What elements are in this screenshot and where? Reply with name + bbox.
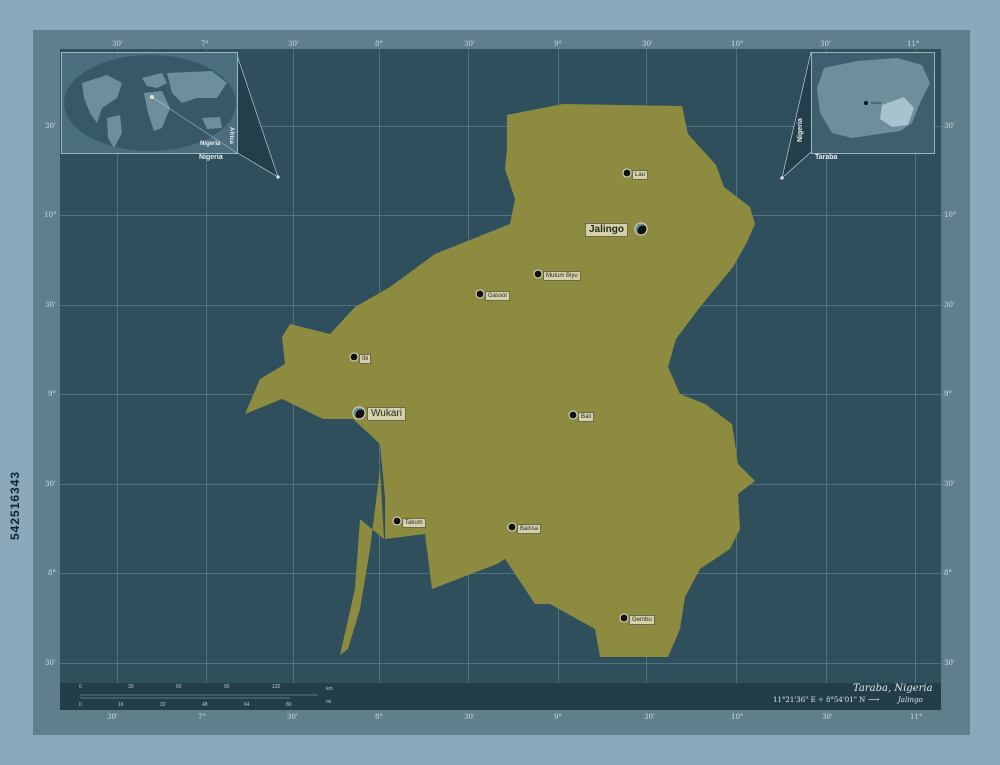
- watermark-id: 542516343: [8, 470, 22, 540]
- city-label-bali: Bali: [578, 412, 595, 422]
- city-label-jalingo: Jalingo: [585, 223, 629, 237]
- scale-mi-value: 16: [118, 702, 124, 708]
- tick-label: 30': [944, 122, 955, 130]
- city-label-mutum-biyu: Mutum Biyu: [543, 271, 581, 281]
- country-inset: Abuja: [811, 52, 935, 154]
- tick-label: 30': [644, 713, 655, 721]
- scale-km-value: 90: [224, 684, 230, 690]
- city-marker: [620, 614, 628, 622]
- scale-bar: [80, 694, 318, 699]
- tick-label: 30': [464, 40, 475, 48]
- tick-label: 10°: [44, 211, 57, 219]
- city-marker: [534, 270, 542, 278]
- city-marker: [350, 353, 358, 361]
- tick-label: 9°: [944, 390, 952, 398]
- city-marker: [623, 169, 631, 177]
- scale-km-value: 30: [128, 684, 134, 690]
- tick-label: 8°: [944, 569, 952, 577]
- tick-label: 30': [464, 713, 475, 721]
- scale-km-unit: km: [326, 686, 333, 692]
- tick-label: 30': [820, 40, 831, 48]
- scale-km-value: 60: [176, 684, 182, 690]
- country-inset-region-label: Taraba: [815, 154, 838, 161]
- world-inset-country-label: Nigeria: [199, 154, 223, 161]
- africa-label: Africa: [228, 127, 234, 145]
- nigeria-vertical-label: Nigeria: [797, 118, 804, 142]
- tick-label: 11°: [907, 40, 920, 48]
- tick-label: 9°: [554, 40, 562, 48]
- abuja-label: Abuja: [871, 100, 882, 105]
- scale-mi-unit: mi: [326, 699, 332, 705]
- city-marker-major: [353, 407, 365, 419]
- tick-label: 11°: [910, 713, 923, 721]
- scale-mi-value: 0: [79, 702, 82, 708]
- taraba-western-strip: [340, 469, 384, 655]
- city-label-gassol: Gassol: [485, 291, 510, 301]
- scale-mi-value: 80: [286, 702, 292, 708]
- tick-label: 30': [112, 40, 123, 48]
- tick-label: 30': [288, 40, 299, 48]
- tick-label: 30': [45, 122, 56, 130]
- city-marker: [569, 411, 577, 419]
- tick-label: 8°: [375, 713, 383, 721]
- city-marker: [393, 517, 401, 525]
- city-label-wukari: Wukari: [367, 407, 406, 421]
- tick-label: 30': [642, 40, 653, 48]
- city-label-baissa: Baissa: [517, 524, 542, 534]
- tick-label: 30': [45, 480, 56, 488]
- tick-label: 8°: [375, 40, 383, 48]
- nigeria-inset-label: Nigeria: [200, 141, 221, 147]
- city-marker: [476, 290, 484, 298]
- map-title: Taraba, Nigeria: [853, 683, 933, 694]
- tick-label: 30': [944, 301, 955, 309]
- scale-mi-value: 32: [160, 702, 166, 708]
- city-label-gembu: Gembu: [629, 615, 655, 625]
- tick-label: 10°: [731, 40, 744, 48]
- tick-label: 30': [287, 713, 298, 721]
- tick-label: 30': [45, 659, 56, 667]
- tick-label: 7°: [198, 713, 206, 721]
- scale-mi-value: 64: [244, 702, 250, 708]
- tick-label: 30': [822, 713, 833, 721]
- tick-label: 10°: [731, 713, 744, 721]
- scale-mi-value: 48: [202, 702, 208, 708]
- coordinates-readout: 11°21'36" E ✧ 8°54'01" N: [773, 696, 866, 704]
- taraba-region: [245, 104, 755, 657]
- tick-label: 9°: [554, 713, 562, 721]
- tick-label: 10°: [944, 211, 957, 219]
- scale-km-value: 0: [79, 684, 82, 690]
- tick-label: 7°: [201, 40, 209, 48]
- city-label-lau: Lau: [632, 170, 649, 180]
- tick-label: 30': [944, 659, 955, 667]
- tick-label: 30': [45, 301, 56, 309]
- tick-label: 9°: [48, 390, 56, 398]
- city-marker-major: [635, 223, 647, 235]
- world-inset: Nigeria: [61, 52, 238, 154]
- city-label-takum: Takum: [402, 518, 426, 528]
- map-footer: 0 30 60 90 120 km 0 16 32 48 64 80 mi Ta…: [60, 683, 941, 710]
- city-marker: [508, 523, 516, 531]
- tick-label: 30': [944, 480, 955, 488]
- tick-label: 30': [107, 713, 118, 721]
- city-label-ibi: Ibi: [359, 354, 372, 364]
- arrow-icon: ⟶: [868, 695, 880, 704]
- capital-name: Jalingo: [898, 696, 923, 704]
- scale-km-value: 120: [272, 684, 281, 690]
- tick-label: 8°: [48, 569, 56, 577]
- world-map-icon: [64, 55, 237, 153]
